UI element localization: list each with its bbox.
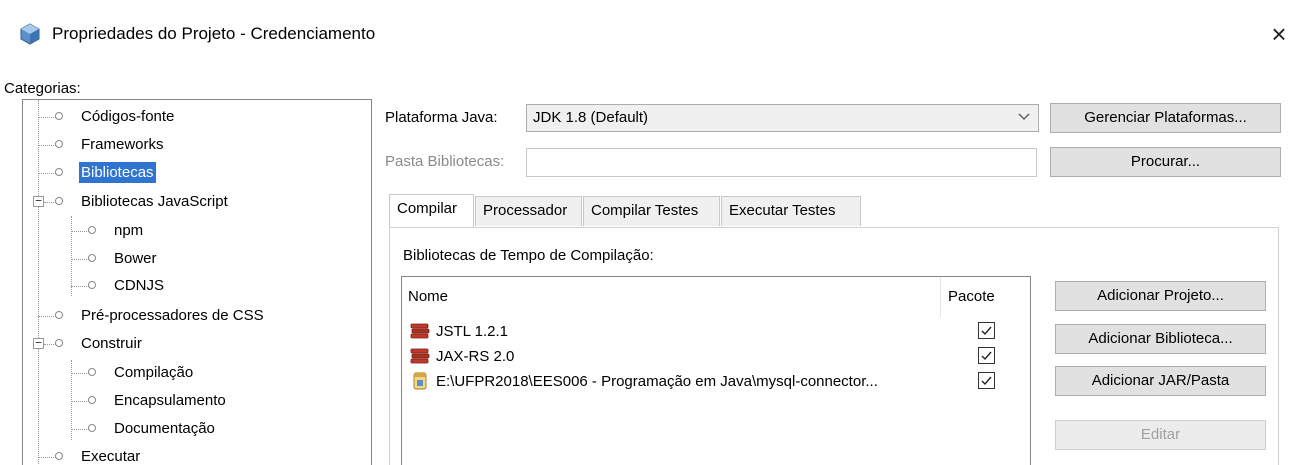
tree-item-encapsulamento[interactable]: Encapsulamento [88, 388, 228, 414]
browse-button[interactable]: Procurar... [1050, 147, 1281, 177]
categories-tree[interactable]: − − Códigos-fonte Frameworks Bibliotecas… [22, 99, 372, 465]
tree-item-construir[interactable]: Construir [55, 331, 144, 357]
compile-libraries-label: Bibliotecas de Tempo de Compilação: [403, 247, 654, 264]
node-icon [55, 168, 63, 177]
node-icon [88, 368, 96, 377]
tree-item-codigos-fonte[interactable]: Códigos-fonte [55, 104, 176, 130]
node-icon [55, 452, 63, 461]
tree-item-executar[interactable]: Executar [55, 444, 142, 465]
window-title: Propriedades do Projeto - Credenciamento [52, 24, 376, 43]
close-icon[interactable]: × [1264, 20, 1294, 48]
tree-item-npm[interactable]: npm [88, 218, 145, 244]
collapse-icon[interactable]: − [33, 337, 44, 349]
node-icon [88, 281, 96, 290]
tab-executar-testes[interactable]: Executar Testes [721, 196, 861, 226]
tree-item-compilacao[interactable]: Compilação [88, 360, 195, 386]
tab-compilar-testes[interactable]: Compilar Testes [583, 196, 720, 226]
categories-label: Categorias: [4, 80, 81, 97]
tree-item-bibliotecas-javascript[interactable]: Bibliotecas JavaScript [55, 189, 230, 215]
manage-platforms-button[interactable]: Gerenciar Plataformas... [1050, 103, 1281, 133]
library-folder-label: Pasta Bibliotecas: [385, 153, 505, 170]
node-icon [55, 112, 63, 121]
library-name: JSTL 1.2.1 [436, 323, 508, 340]
column-divider[interactable] [940, 277, 941, 317]
edit-button[interactable]: Editar [1055, 420, 1266, 450]
tree-item-bibliotecas[interactable]: Bibliotecas [55, 160, 156, 186]
node-icon [55, 140, 63, 149]
tree-item-documentacao[interactable]: Documentação [88, 416, 217, 442]
package-checkbox[interactable] [978, 322, 995, 339]
library-books-icon [410, 347, 430, 365]
jar-file-icon [410, 372, 430, 390]
column-header-package[interactable]: Pacote [948, 277, 995, 317]
library-name: JAX-RS 2.0 [436, 348, 515, 365]
collapse-icon[interactable]: − [33, 195, 44, 207]
node-icon [88, 424, 96, 433]
tab-processador[interactable]: Processador [475, 196, 582, 226]
package-checkbox[interactable] [978, 372, 995, 389]
platform-value: JDK 1.8 (Default) [533, 109, 649, 126]
table-row[interactable]: JSTL 1.2.1 [402, 320, 1030, 344]
node-icon [88, 226, 96, 235]
tree-item-cdnjs[interactable]: CDNJS [88, 273, 166, 299]
tree-item-pre-processadores-css[interactable]: Pré-processadores de CSS [55, 303, 266, 329]
table-row[interactable]: JAX-RS 2.0 [402, 345, 1030, 369]
add-jar-folder-button[interactable]: Adicionar JAR/Pasta [1055, 366, 1266, 396]
table-row[interactable]: E:\UFPR2018\EES006 - Programação em Java… [402, 370, 1030, 394]
package-checkbox[interactable] [978, 347, 995, 364]
project-icon [20, 23, 40, 45]
tree-item-frameworks[interactable]: Frameworks [55, 132, 166, 158]
tree-item-bower[interactable]: Bower [88, 246, 159, 272]
node-icon [88, 254, 96, 263]
add-project-button[interactable]: Adicionar Projeto... [1055, 281, 1266, 311]
add-library-button[interactable]: Adicionar Biblioteca... [1055, 324, 1266, 354]
node-icon [88, 396, 96, 405]
library-books-icon [410, 322, 430, 340]
tab-compilar[interactable]: Compilar [389, 194, 474, 227]
chevron-down-icon [1018, 110, 1030, 124]
library-name: E:\UFPR2018\EES006 - Programação em Java… [436, 373, 878, 390]
platform-select[interactable]: JDK 1.8 (Default) [526, 104, 1039, 132]
node-icon [55, 311, 63, 320]
library-folder-input[interactable] [526, 148, 1037, 177]
column-header-name[interactable]: Nome [408, 277, 448, 317]
node-icon [55, 197, 63, 206]
title-bar: Propriedades do Projeto - Credenciamento… [0, 0, 1307, 64]
node-icon [55, 339, 63, 348]
libraries-table[interactable]: Nome Pacote JSTL 1.2.1 JAX-RS 2.0 E:\UFP… [401, 276, 1031, 465]
platform-label: Plataforma Java: [385, 109, 498, 126]
